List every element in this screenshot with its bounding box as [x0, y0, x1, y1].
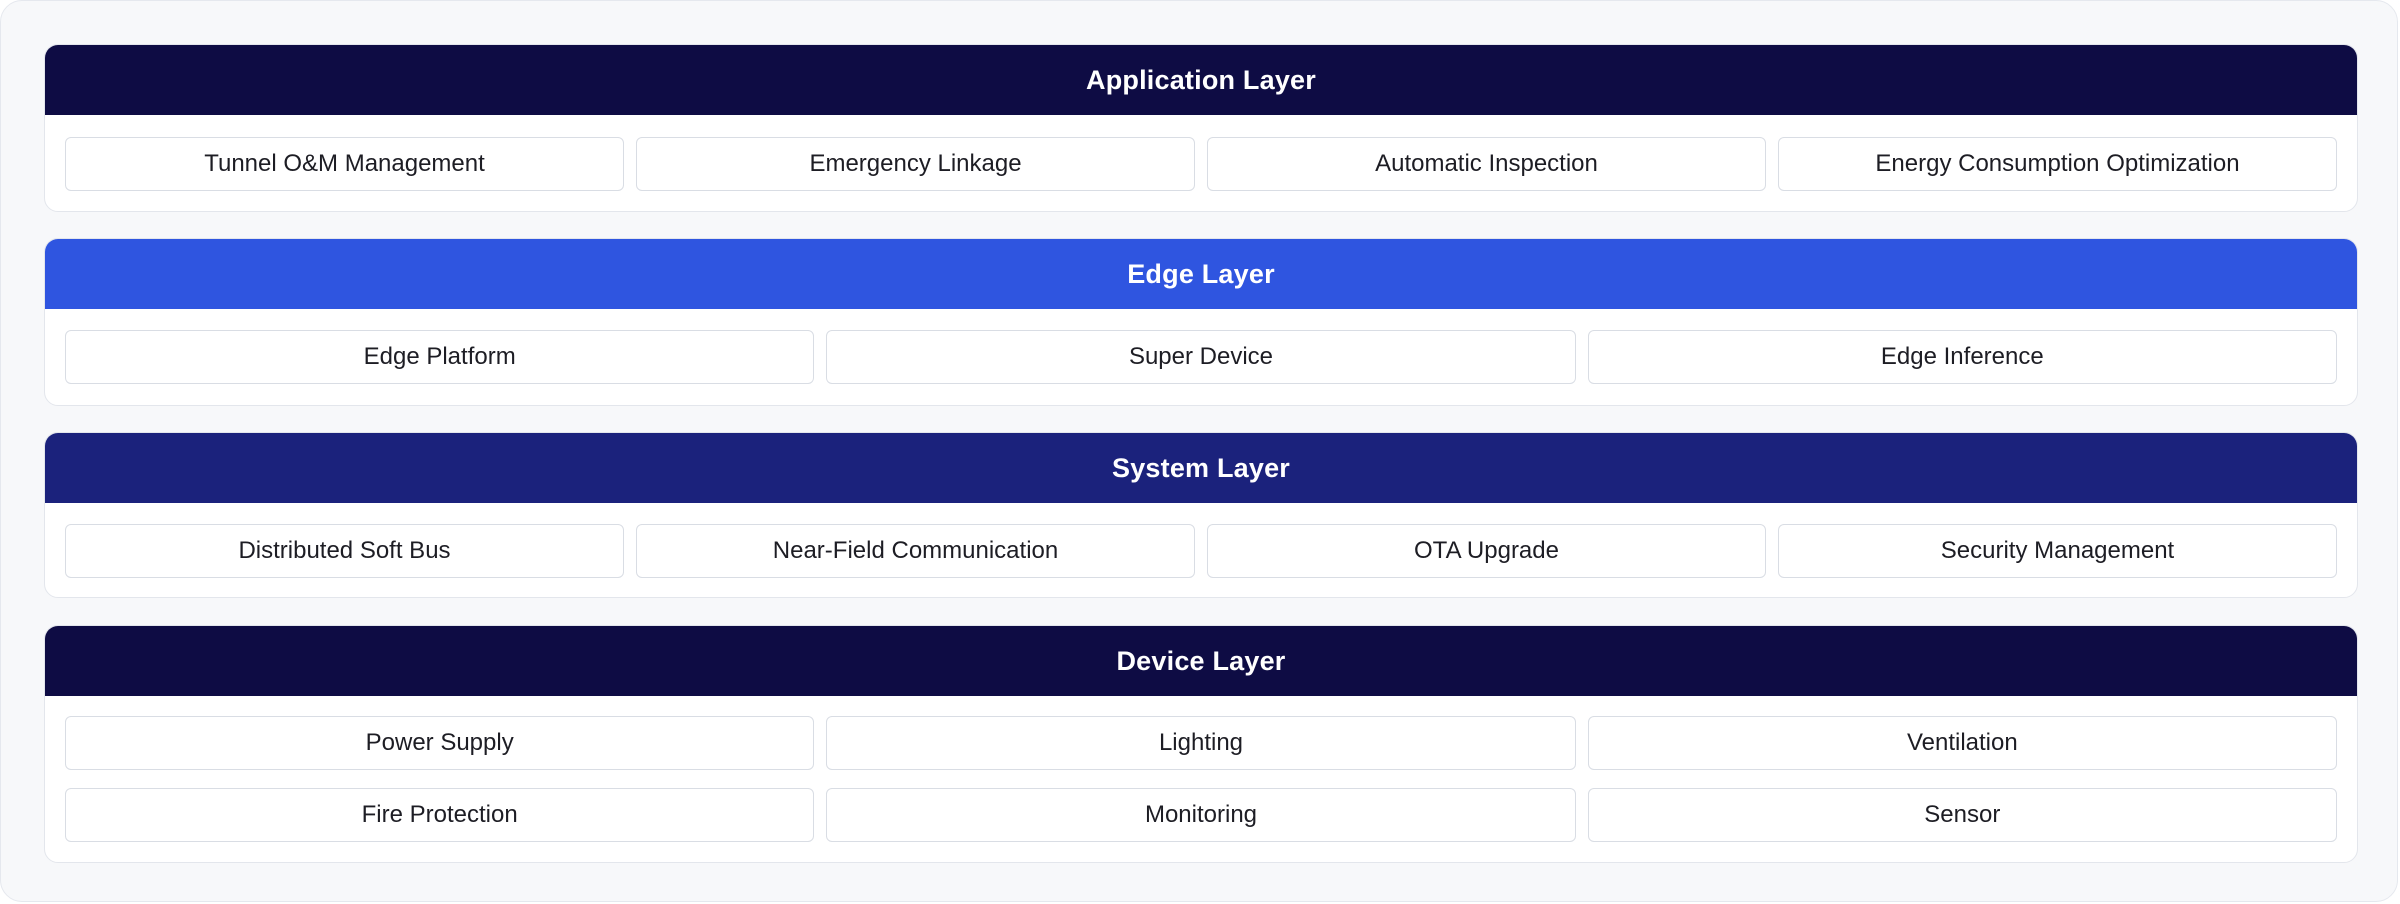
layer-items: Distributed Soft Bus Near-Field Communic…	[65, 524, 2337, 578]
layer-title: Application Layer	[1086, 64, 1316, 95]
module-box: Energy Consumption Optimization	[1778, 137, 2337, 191]
module-box: Security Management	[1778, 524, 2337, 578]
layer-title: Edge Layer	[1127, 258, 1275, 289]
layer-header: Edge Layer	[45, 239, 2357, 309]
layer-items: Edge Platform Super Device Edge Inferenc…	[65, 330, 2337, 384]
system-layer: System Layer Distributed Soft Bus Near-F…	[44, 432, 2358, 598]
module-box: Ventilation	[1587, 716, 2337, 770]
module-box: Edge Inference	[1587, 330, 2337, 384]
module-box: Distributed Soft Bus	[65, 524, 624, 578]
module-box: Emergency Linkage	[636, 137, 1195, 191]
layer-title: Device Layer	[1116, 645, 1286, 676]
module-box: OTA Upgrade	[1207, 524, 1766, 578]
layer-header: Application Layer	[45, 45, 2357, 115]
device-layer: Device Layer Power Supply Lighting Venti…	[44, 625, 2358, 863]
module-box: Power Supply	[65, 716, 815, 770]
layer-items: Tunnel O&M Management Emergency Linkage …	[65, 137, 2337, 191]
module-box: Automatic Inspection	[1207, 137, 1766, 191]
layer-header: Device Layer	[45, 626, 2357, 696]
module-box: Super Device	[826, 330, 1576, 384]
module-box: Monitoring	[826, 788, 1576, 842]
layer-header: System Layer	[45, 433, 2357, 503]
layer-title: System Layer	[1111, 452, 1290, 483]
module-box: Tunnel O&M Management	[65, 137, 624, 191]
module-box: Fire Protection	[65, 788, 815, 842]
architecture-diagram: Application Layer Tunnel O&M Management …	[0, 0, 2398, 902]
module-box: Edge Platform	[65, 330, 815, 384]
module-box: Lighting	[826, 716, 1576, 770]
module-box: Near-Field Communication	[636, 524, 1195, 578]
layer-items: Power Supply Lighting Ventilation Fire P…	[65, 716, 2337, 842]
module-box: Sensor	[1587, 788, 2337, 842]
edge-layer: Edge Layer Edge Platform Super Device Ed…	[44, 238, 2358, 406]
application-layer: Application Layer Tunnel O&M Management …	[44, 44, 2358, 212]
